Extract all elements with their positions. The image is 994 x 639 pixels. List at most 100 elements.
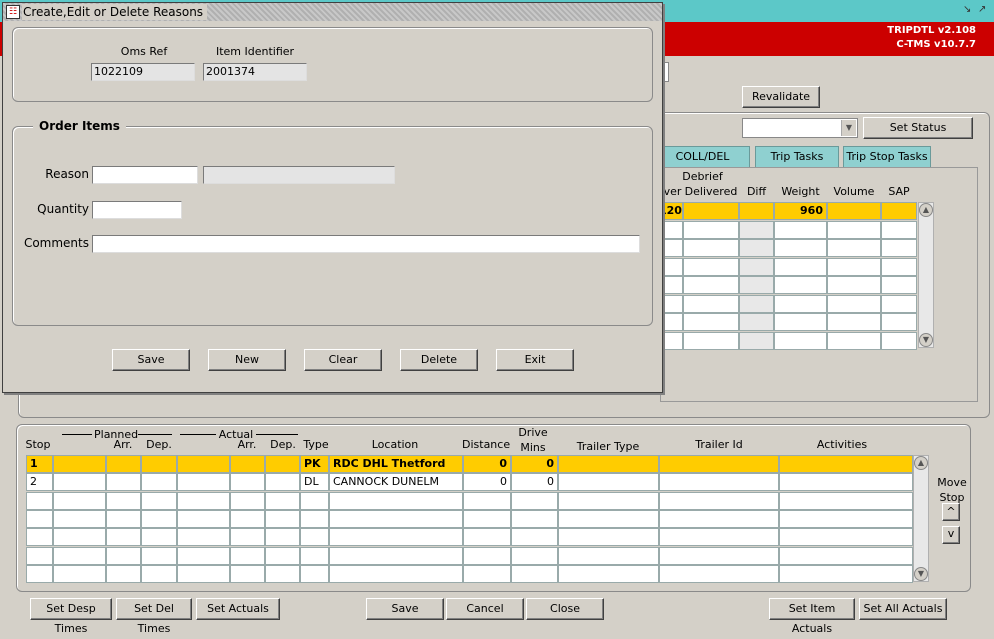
stops-cell[interactable]: [300, 564, 329, 583]
stops-cell[interactable]: [463, 491, 511, 510]
stops-cell[interactable]: [177, 509, 230, 528]
stops-cell[interactable]: [265, 473, 300, 492]
stops-cell[interactable]: [300, 546, 329, 565]
stops-cell[interactable]: [106, 509, 141, 528]
items-cell[interactable]: [881, 294, 917, 313]
items-cell[interactable]: 960: [774, 202, 827, 220]
stops-cell[interactable]: [26, 546, 53, 565]
stops-cell[interactable]: [230, 564, 265, 583]
items-cell[interactable]: [881, 331, 917, 350]
stops-cell[interactable]: [463, 564, 511, 583]
restore-icon[interactable]: ↗: [978, 4, 990, 16]
tab-trip-tasks[interactable]: Trip Tasks: [755, 146, 839, 168]
stops-cell[interactable]: [53, 546, 106, 565]
stops-cell[interactable]: [177, 473, 230, 492]
items-cell[interactable]: [827, 202, 881, 220]
stops-cell[interactable]: [53, 455, 106, 473]
set-desp-times-button[interactable]: Set Desp Times: [30, 598, 112, 635]
items-cell[interactable]: [739, 276, 774, 294]
items-cell[interactable]: [881, 257, 917, 276]
stops-cell[interactable]: [177, 564, 230, 583]
items-cell[interactable]: [739, 257, 774, 276]
reason-field[interactable]: [92, 166, 198, 184]
oms-ref-field[interactable]: 1022109: [91, 63, 195, 81]
stops-cell[interactable]: [558, 546, 659, 565]
stops-cell[interactable]: [329, 491, 463, 510]
stops-cell[interactable]: [558, 528, 659, 547]
reason-description-field[interactable]: [203, 166, 395, 184]
stops-cell[interactable]: [53, 473, 106, 492]
stops-cell[interactable]: [230, 455, 265, 473]
stops-cell[interactable]: [141, 564, 177, 583]
stops-cell[interactable]: [659, 546, 779, 565]
items-cell[interactable]: [683, 239, 739, 257]
cancel-button[interactable]: Cancel: [446, 598, 524, 620]
stops-cell[interactable]: [141, 509, 177, 528]
stops-cell[interactable]: [106, 564, 141, 583]
stops-cell[interactable]: [463, 546, 511, 565]
stops-cell[interactable]: [463, 509, 511, 528]
items-cell[interactable]: [739, 202, 774, 220]
items-cell[interactable]: [683, 257, 739, 276]
set-item-actuals-button[interactable]: Set Item Actuals: [769, 598, 855, 635]
stops-cell[interactable]: [558, 509, 659, 528]
set-actuals-button[interactable]: Set Actuals: [196, 598, 280, 620]
stops-cell[interactable]: [511, 509, 558, 528]
items-cell[interactable]: [774, 331, 827, 350]
move-stop-down-button[interactable]: v: [942, 526, 960, 544]
scroll-down-icon[interactable]: ▼: [919, 333, 933, 347]
stops-cell[interactable]: [230, 473, 265, 492]
stops-cell[interactable]: [300, 491, 329, 510]
items-cell[interactable]: [739, 220, 774, 239]
items-cell[interactable]: [683, 220, 739, 239]
comments-field[interactable]: [92, 235, 640, 253]
stops-cell[interactable]: [53, 564, 106, 583]
stops-cell[interactable]: [558, 473, 659, 492]
items-cell[interactable]: [881, 202, 917, 220]
items-cell[interactable]: [739, 239, 774, 257]
stops-cell[interactable]: [265, 491, 300, 510]
stops-cell[interactable]: [106, 546, 141, 565]
dialog-clear-button[interactable]: Clear: [304, 349, 382, 371]
stops-cell[interactable]: [230, 509, 265, 528]
items-cell[interactable]: [739, 313, 774, 331]
stops-cell[interactable]: [230, 528, 265, 547]
items-cell[interactable]: [683, 313, 739, 331]
stops-cell[interactable]: [265, 509, 300, 528]
items-cell[interactable]: [683, 202, 739, 220]
save-button[interactable]: Save: [366, 598, 444, 620]
items-cell[interactable]: [739, 331, 774, 350]
stops-cell[interactable]: [511, 528, 558, 547]
stops-cell[interactable]: [230, 546, 265, 565]
items-cell[interactable]: [774, 239, 827, 257]
items-cell[interactable]: [881, 313, 917, 331]
stops-cell[interactable]: [659, 455, 779, 473]
stops-cell[interactable]: [106, 528, 141, 547]
item-identifier-field[interactable]: 2001374: [203, 63, 307, 81]
stops-cell[interactable]: [329, 528, 463, 547]
items-cell[interactable]: [774, 294, 827, 313]
stops-cell[interactable]: [779, 473, 913, 492]
items-cell[interactable]: [827, 239, 881, 257]
stops-cell[interactable]: [779, 564, 913, 583]
stops-cell[interactable]: [53, 528, 106, 547]
stops-cell[interactable]: [141, 455, 177, 473]
stops-cell[interactable]: [265, 455, 300, 473]
items-cell[interactable]: [827, 257, 881, 276]
stops-cell[interactable]: [26, 491, 53, 510]
stops-cell[interactable]: [177, 546, 230, 565]
close-button[interactable]: Close: [526, 598, 604, 620]
stops-cell[interactable]: PK: [300, 455, 329, 473]
stops-scrollbar[interactable]: ▲ ▼: [913, 455, 929, 582]
set-all-actuals-button[interactable]: Set All Actuals: [859, 598, 947, 620]
items-cell[interactable]: [774, 220, 827, 239]
stops-cell[interactable]: [659, 564, 779, 583]
items-cell[interactable]: [827, 313, 881, 331]
stops-cell[interactable]: 2: [26, 473, 53, 492]
stops-cell[interactable]: [779, 509, 913, 528]
stops-cell[interactable]: [329, 564, 463, 583]
items-cell[interactable]: [774, 276, 827, 294]
stops-cell[interactable]: [141, 473, 177, 492]
items-cell[interactable]: [827, 331, 881, 350]
scroll-down-icon[interactable]: ▼: [914, 567, 928, 581]
